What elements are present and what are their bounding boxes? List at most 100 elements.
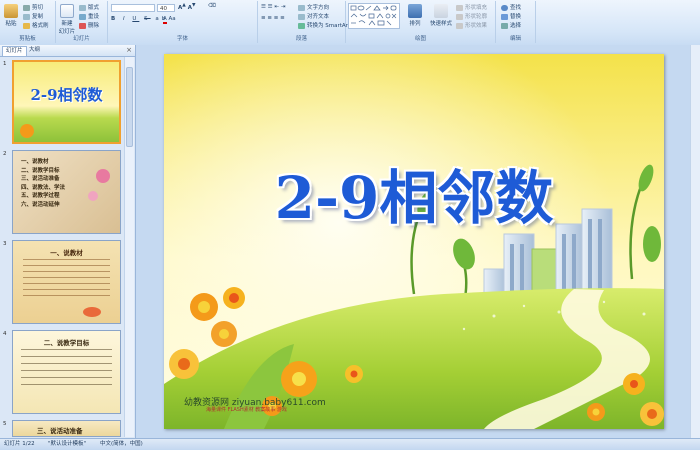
thumb-title: 一、说教材 [50,249,83,257]
copy-icon [23,13,30,20]
delete-slide-button[interactable]: 删除 [79,21,99,29]
find-icon [501,4,508,11]
shape-effects-button[interactable]: 形状效果 [456,21,487,29]
paragraph-label: 段落 [295,36,307,42]
arrange-button[interactable]: 排列 [406,4,424,27]
status-bar: 幻灯片 1/22 "默认设计模板" 中文(简体，中国) [0,438,700,450]
paragraph-group: ☰ ☰ ⇤ ⇥ ≡ ≡ ≡ ≡ 文字方向 对齐文本 转换为 SmartArt 段… [258,1,350,43]
font-color-button[interactable]: A Aa [163,16,176,24]
panel-tabs: 幻灯片 大纲 × [0,45,135,57]
slide-background [164,54,664,429]
slide-stage: 2-9相邻数 幼教资源网 ziyuan.baby611.com 海量课件 FLA… [136,45,700,438]
shape-outline-button[interactable]: 形状轮廓 [456,12,487,20]
new-slide-icon [60,4,74,18]
slide-thumbnail-2[interactable]: 一、说教材 二、说教学目标 三、说活动准备 四、说教法、学法 五、说教学过程 六… [12,150,121,234]
toc-item: 二、说教学目标 [21,167,60,174]
toc-item: 四、说教法、学法 [21,184,66,191]
list-buttons[interactable]: ☰ ☰ ⇤ ⇥ [261,4,285,10]
tab-slides[interactable]: 幻灯片 [2,46,27,56]
toc-item: 五、说教学过程 [21,193,60,199]
slide-thumbnail-4[interactable]: 二、说教学目标 [12,330,121,414]
cut-button[interactable]: 剪切 [23,3,43,11]
scrollbar-thumb[interactable] [126,67,133,147]
layout-icon [79,4,86,11]
flower-icon [20,124,34,138]
align-text-button[interactable]: 对齐文本 [298,12,329,20]
toc-item: 一、说教材 [21,159,49,165]
flower-icon [96,169,110,183]
layout-button[interactable]: 版式 [79,3,99,11]
slides-group: 新建 幻灯片 版式 重设 删除 幻灯片 [56,1,108,43]
replace-icon [501,13,508,20]
ribbon: 粘贴 剪切 复制 格式刷 剪贴板 新建 幻灯片 版式 重设 删除 幻灯片 40 … [0,0,700,46]
editing-group: 查找 替换 选择 编辑 [496,1,536,43]
slide-thumbnail-1[interactable]: 2-9相邻数 [12,60,121,144]
scissors-icon [23,4,30,11]
font-size-box[interactable]: 40 [157,4,175,12]
slide-thumbnail-3[interactable]: 一、说教材 [12,240,121,324]
slide-number: 5 [3,421,7,427]
select-icon [501,22,508,29]
clear-format-button[interactable]: ⌫ [208,3,216,9]
slide-number: 1 [3,61,7,67]
format-painter-button[interactable]: 格式刷 [23,21,49,29]
new-slide-button[interactable]: 新建 幻灯片 [58,4,76,35]
thumb-title: 二、说教学目标 [43,339,90,347]
smartart-button[interactable]: 转换为 SmartArt [298,21,350,29]
font-label: 字体 [176,36,188,42]
flower-icon [88,191,98,201]
main-scrollbar[interactable] [690,45,700,438]
fill-icon [456,4,463,11]
text-direction-button[interactable]: 文字方向 [298,3,329,11]
copy-button[interactable]: 复制 [23,12,43,20]
paste-button[interactable]: 粘贴 [3,4,19,27]
panel-scrollbar[interactable] [124,57,134,437]
slide-number: 2 [3,151,7,157]
toc-item: 六、说活动延伸 [21,201,60,208]
shape-fill-button[interactable]: 形状填充 [456,3,487,11]
close-icon[interactable]: × [126,46,132,54]
arrange-icon [408,4,422,18]
editing-label: 编辑 [509,36,521,42]
thumb-body-text [23,259,110,301]
effects-icon [456,22,463,29]
tab-outline[interactable]: 大纲 [26,46,43,55]
slide-thumbnail-5[interactable]: 三、说活动准备 [12,420,121,437]
reset-icon [79,13,86,20]
grow-font-button[interactable]: A▲ A▼ [178,3,196,11]
paste-icon [4,4,18,18]
clipboard-group: 粘贴 剪切 复制 格式刷 剪贴板 [0,1,56,43]
find-button[interactable]: 查找 [501,3,521,11]
replace-button[interactable]: 替换 [501,12,521,20]
toc-item: 三、说活动准备 [21,176,60,182]
font-group: 40 A▲ A▼ ⌫ B I U S ab A Aa 字体 [108,1,258,43]
thumb-toc: 一、说教材 二、说教学目标 三、说活动准备 四、说教法、学法 五、说教学过程 六… [21,158,65,209]
shapes-gallery[interactable] [348,3,400,29]
theme-name: "默认设计模板" [48,441,87,447]
font-style-buttons[interactable]: B I U S ab [111,16,168,22]
thumb-body-text [21,349,112,391]
slides-panel: 幻灯片 大纲 × 1 2-9相邻数 2 一、说教材 二、说教学目标 三、说活动准… [0,45,136,438]
slide-number: 3 [3,241,7,247]
watermark-tagline: 海量课件 FLASH素材 教案故事 游戏 [206,407,287,413]
reset-button[interactable]: 重设 [79,12,99,20]
quick-styles-button[interactable]: 快速样式 [428,4,454,27]
slide-canvas[interactable]: 2-9相邻数 幼教资源网 ziyuan.baby611.com 海量课件 FLA… [164,54,664,429]
brush-icon [23,22,30,29]
align-text-icon [298,13,305,20]
fruit-icon [83,307,101,317]
smartart-icon [298,22,305,29]
text-direction-icon [298,4,305,11]
language-indicator: 中文(简体，中国) [100,441,143,447]
drawing-group: 排列 快速样式 形状填充 形状轮廓 形状效果 绘图 [346,1,496,43]
font-name-box[interactable] [111,4,155,12]
outline-icon [456,13,463,20]
slide-title[interactable]: 2-9相邻数 [164,166,664,230]
slide-number: 4 [3,331,7,337]
drawing-label: 绘图 [414,36,426,42]
align-buttons[interactable]: ≡ ≡ ≡ ≡ [261,15,285,21]
thumb-title: 三、说活动准备 [37,427,83,435]
select-button[interactable]: 选择 [501,21,521,29]
quick-styles-icon [434,4,448,18]
slide-counter: 幻灯片 1/22 [4,441,35,447]
